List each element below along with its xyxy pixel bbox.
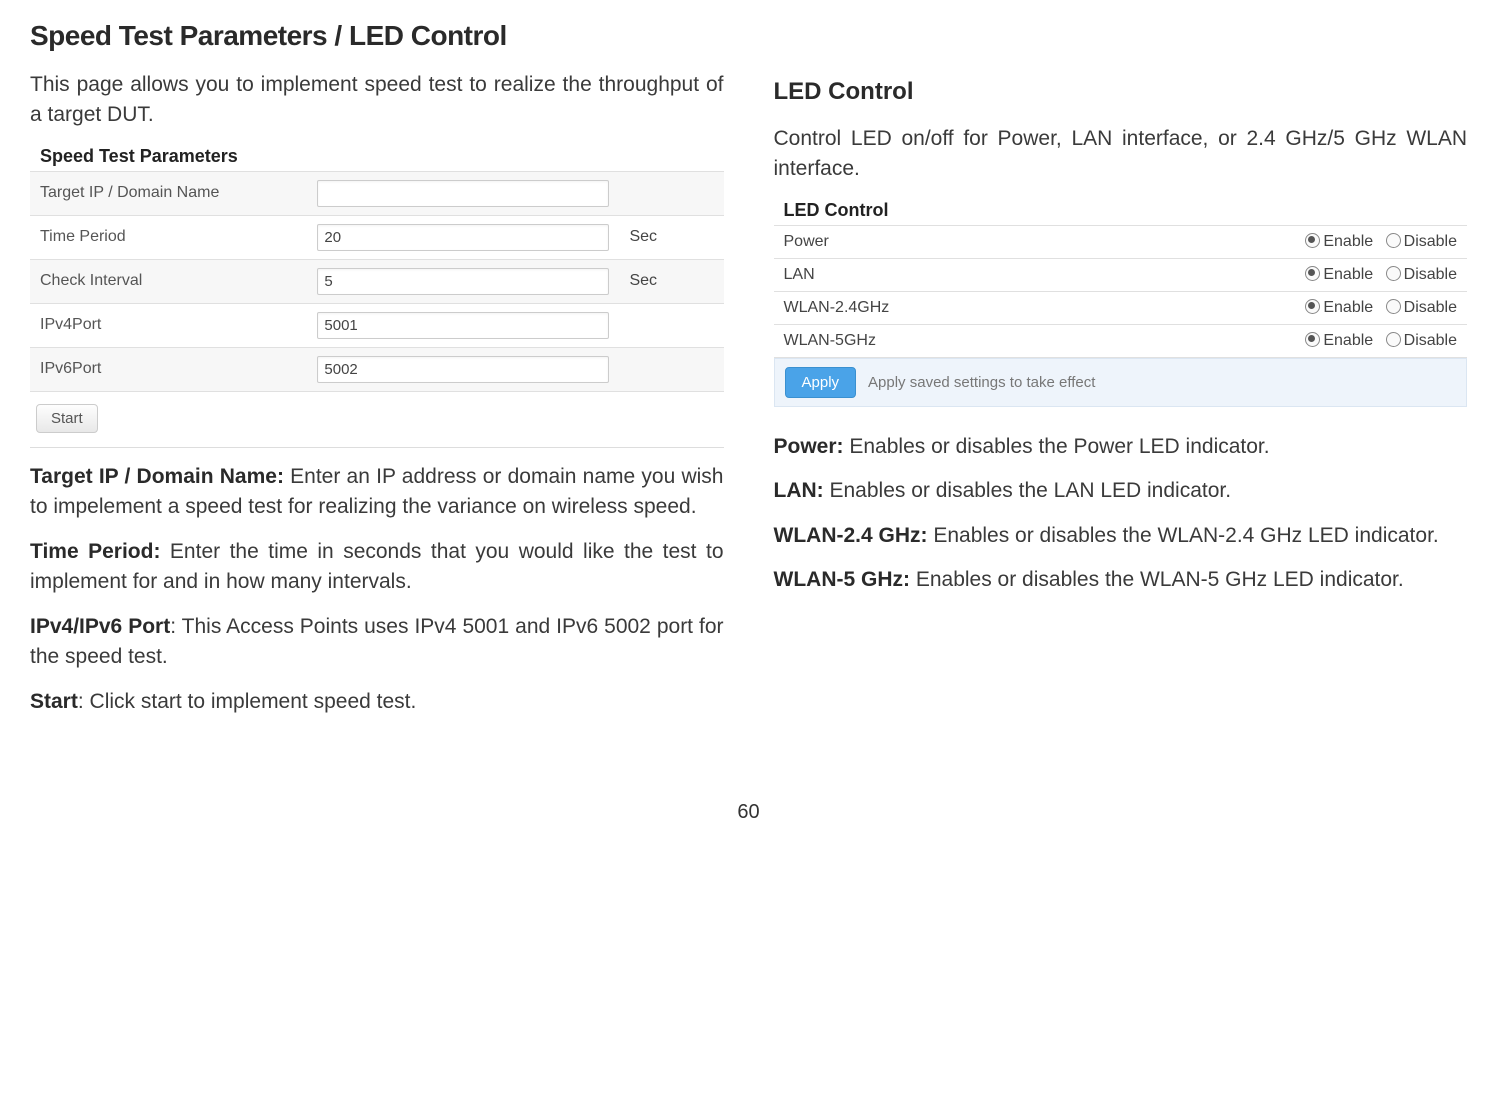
desc-wlan24-text: Enables or disables the WLAN-2.4 GHz LED… (933, 524, 1438, 547)
row-ipv6-port: IPv6Port (30, 347, 724, 391)
desc-time-period-bold: Time Period: (30, 540, 170, 563)
desc-power-text: Enables or disables the Power LED indica… (849, 435, 1269, 458)
row-time-period: Time Period Sec (30, 215, 724, 259)
led-panel-title: LED Control (784, 200, 1468, 221)
wlan24-enable-radio[interactable] (1305, 299, 1320, 314)
start-button[interactable]: Start (36, 404, 98, 433)
unit-time-period: Sec (619, 215, 723, 259)
desc-lan-text: Enables or disables the LAN LED indicato… (830, 479, 1232, 502)
label-time-period: Time Period (30, 215, 307, 259)
apply-note: Apply saved settings to take effect (868, 374, 1095, 391)
unit-check-interval: Sec (619, 259, 723, 303)
unit-ipv4-port (619, 303, 723, 347)
time-period-input[interactable] (317, 224, 608, 251)
wlan5-enable-label: Enable (1323, 332, 1373, 349)
wlan24-disable-radio[interactable] (1386, 299, 1401, 314)
right-column: LED Control Control LED on/off for Power… (774, 70, 1468, 731)
row-ipv4-port: IPv4Port (30, 303, 724, 347)
desc-start-text: : Click start to implement speed test. (78, 690, 416, 713)
wlan5-disable-radio[interactable] (1386, 332, 1401, 347)
power-disable-radio[interactable] (1386, 233, 1401, 248)
label-wlan24: WLAN-2.4GHz (774, 291, 1060, 324)
left-column: This page allows you to implement speed … (30, 70, 724, 731)
wlan24-disable-label: Disable (1404, 299, 1457, 316)
apply-row: Apply Apply saved settings to take effec… (774, 358, 1468, 407)
desc-start-bold: Start (30, 690, 78, 713)
unit-target-ip (619, 171, 723, 215)
label-power: Power (774, 225, 1060, 258)
desc-wlan5-text: Enables or disables the WLAN-5 GHz LED i… (916, 568, 1404, 591)
desc-time-period: Time Period: Enter the time in seconds t… (30, 537, 724, 598)
unit-ipv6-port (619, 347, 723, 391)
led-control-heading: LED Control (774, 78, 1468, 106)
row-wlan24: WLAN-2.4GHz Enable Disable (774, 291, 1468, 324)
target-ip-input[interactable] (317, 180, 608, 207)
desc-lan-bold: LAN: (774, 479, 830, 502)
desc-lan: LAN: Enables or disables the LAN LED ind… (774, 476, 1468, 506)
desc-target-ip: Target IP / Domain Name: Enter an IP add… (30, 462, 724, 523)
desc-power: Power: Enables or disables the Power LED… (774, 432, 1468, 462)
power-enable-radio[interactable] (1305, 233, 1320, 248)
speed-test-panel-title: Speed Test Parameters (40, 146, 724, 167)
label-wlan5: WLAN-5GHz (774, 324, 1060, 357)
apply-button[interactable]: Apply (785, 367, 857, 398)
wlan24-enable-label: Enable (1323, 299, 1373, 316)
divider (30, 447, 724, 448)
row-target-ip: Target IP / Domain Name (30, 171, 724, 215)
label-ipv6-port: IPv6Port (30, 347, 307, 391)
row-wlan5: WLAN-5GHz Enable Disable (774, 324, 1468, 357)
power-enable-label: Enable (1323, 233, 1373, 250)
lan-disable-label: Disable (1404, 266, 1457, 283)
power-disable-label: Disable (1404, 233, 1457, 250)
row-check-interval: Check Interval Sec (30, 259, 724, 303)
led-control-intro: Control LED on/off for Power, LAN interf… (774, 124, 1468, 185)
desc-target-ip-bold: Target IP / Domain Name: (30, 465, 290, 488)
desc-wlan24-bold: WLAN-2.4 GHz: (774, 524, 934, 547)
label-target-ip: Target IP / Domain Name (30, 171, 307, 215)
desc-ipv-port-bold: IPv4/IPv6 Port (30, 615, 170, 638)
row-lan: LAN Enable Disable (774, 258, 1468, 291)
desc-start: Start: Click start to implement speed te… (30, 687, 724, 717)
page-number: 60 (30, 801, 1467, 824)
speed-test-params-table: Target IP / Domain Name Time Period Sec … (30, 171, 724, 392)
lan-enable-radio[interactable] (1305, 266, 1320, 281)
led-control-table: Power Enable Disable LAN Enable Disable … (774, 225, 1468, 358)
ipv6-port-input[interactable] (317, 356, 608, 383)
lan-enable-label: Enable (1323, 266, 1373, 283)
label-lan: LAN (774, 258, 1060, 291)
wlan5-enable-radio[interactable] (1305, 332, 1320, 347)
page-title: Speed Test Parameters / LED Control (30, 20, 1467, 52)
row-power: Power Enable Disable (774, 225, 1468, 258)
two-column-layout: This page allows you to implement speed … (30, 70, 1467, 731)
desc-wlan24: WLAN-2.4 GHz: Enables or disables the WL… (774, 521, 1468, 551)
desc-wlan5-bold: WLAN-5 GHz: (774, 568, 916, 591)
desc-power-bold: Power: (774, 435, 850, 458)
desc-wlan5: WLAN-5 GHz: Enables or disables the WLAN… (774, 565, 1468, 595)
lan-disable-radio[interactable] (1386, 266, 1401, 281)
label-check-interval: Check Interval (30, 259, 307, 303)
check-interval-input[interactable] (317, 268, 608, 295)
ipv4-port-input[interactable] (317, 312, 608, 339)
wlan5-disable-label: Disable (1404, 332, 1457, 349)
speed-test-intro: This page allows you to implement speed … (30, 70, 724, 131)
desc-ipv-port: IPv4/IPv6 Port: This Access Points uses … (30, 612, 724, 673)
label-ipv4-port: IPv4Port (30, 303, 307, 347)
